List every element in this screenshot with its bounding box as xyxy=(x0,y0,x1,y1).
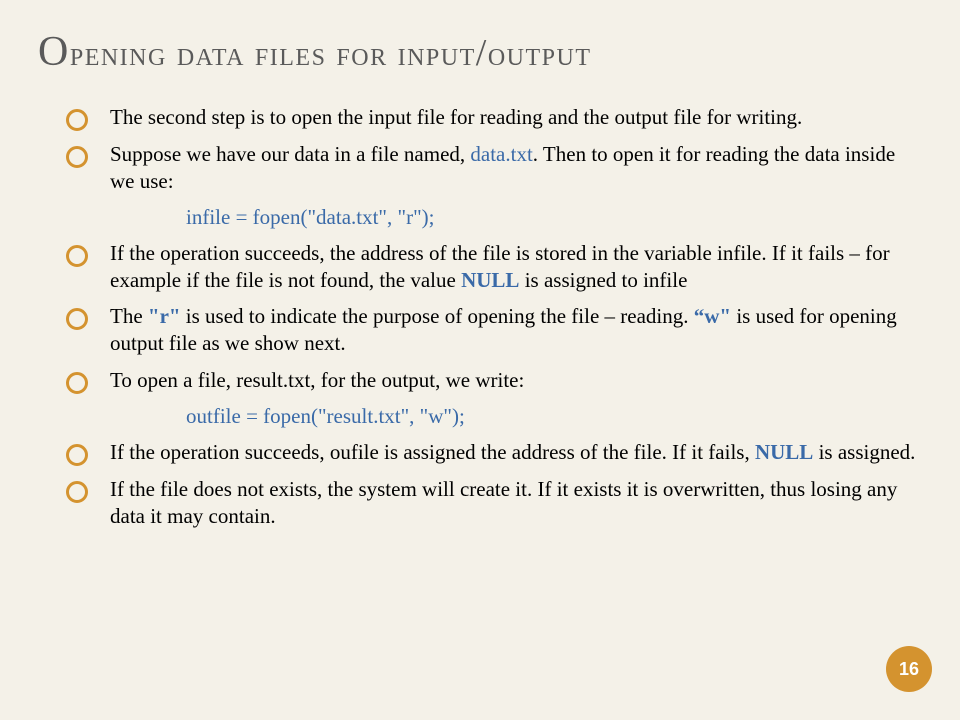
slide: Opening data files for input/output The … xyxy=(0,0,960,560)
bullet-item: To open a file, result.txt, for the outp… xyxy=(66,367,922,394)
bullet-item: If the file does not exists, the system … xyxy=(66,476,922,530)
code-line: outfile = fopen("result.txt", "w"); xyxy=(186,404,922,429)
bullet-list: The second step is to open the input fil… xyxy=(66,104,922,530)
bullet-item: The second step is to open the input fil… xyxy=(66,104,922,131)
page-number-badge: 16 xyxy=(886,646,932,692)
bullet-item: If the operation succeeds, oufile is ass… xyxy=(66,439,922,466)
code-line: infile = fopen("data.txt", "r"); xyxy=(186,205,922,230)
slide-title: Opening data files for input/output xyxy=(38,28,922,76)
bullet-item: If the operation succeeds, the address o… xyxy=(66,240,922,294)
bullet-item: Suppose we have our data in a file named… xyxy=(66,141,922,195)
bullet-item: The "r" is used to indicate the purpose … xyxy=(66,303,922,357)
